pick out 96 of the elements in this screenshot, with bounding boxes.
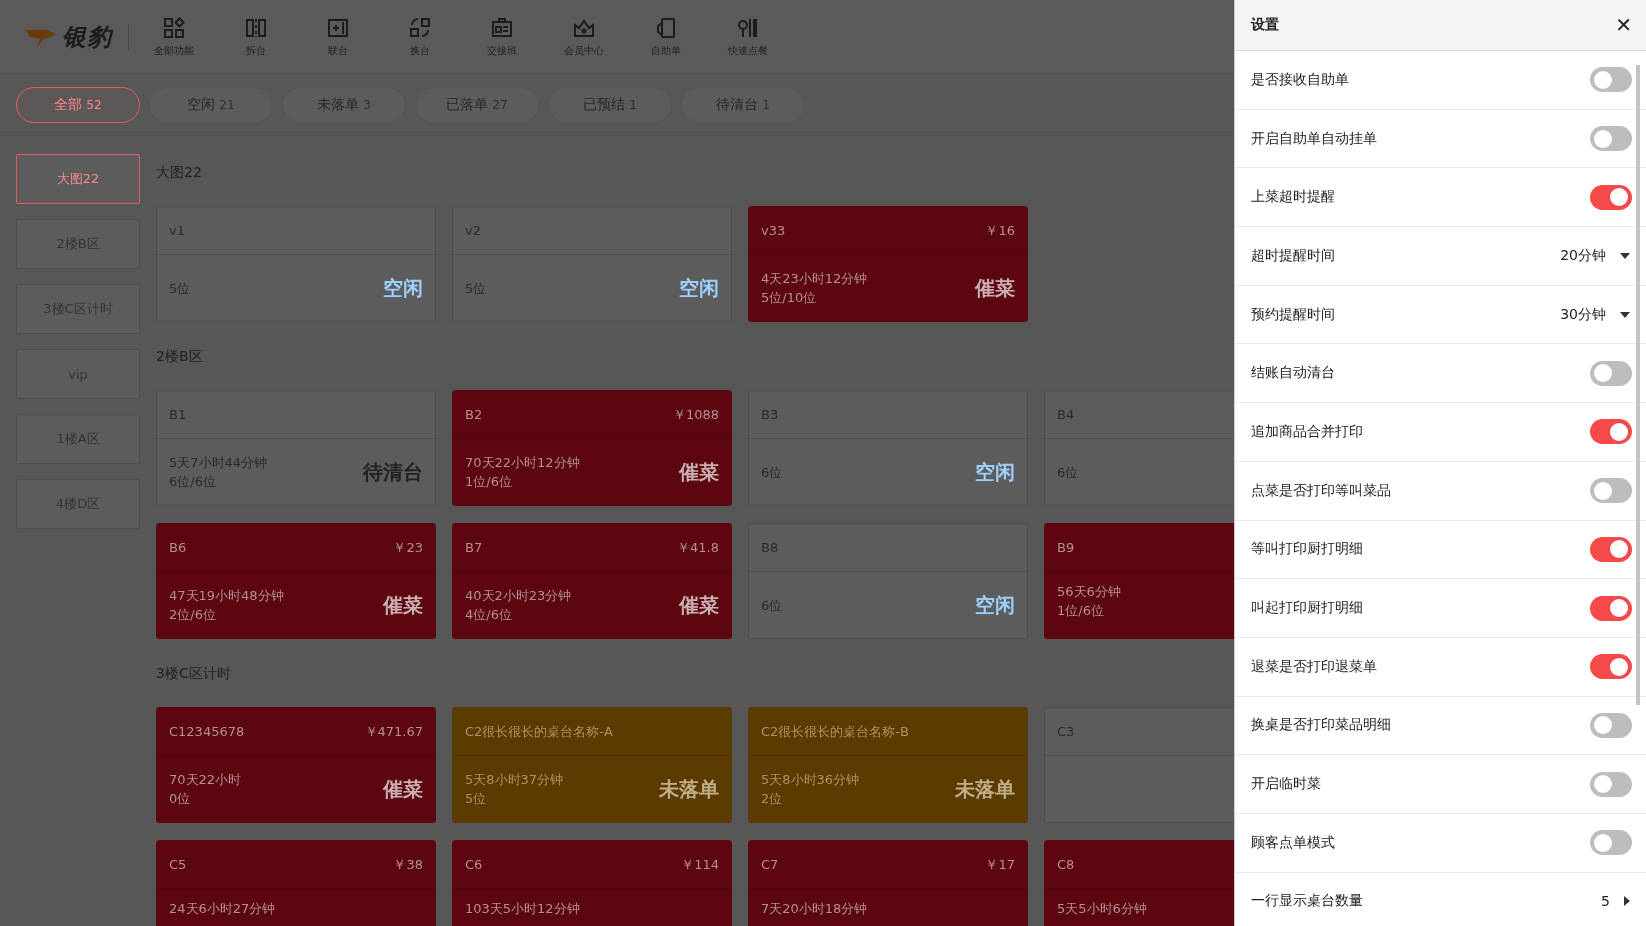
table-amount: ￥23 [393,538,423,557]
table-status: 待清台 [363,458,423,486]
toggle-switch[interactable] [1590,712,1632,738]
table-card[interactable]: C6 ￥114 103天5小时12分钟 [452,840,732,926]
table-name: B9 [1057,540,1075,555]
table-info: 2位 [761,790,784,808]
toggle-switch[interactable] [1590,67,1632,93]
table-info: 103天5小时12分钟 [465,900,580,918]
badge-icon [490,15,514,40]
table-info: 1位/6位 [465,473,513,491]
table-card[interactable]: B2 ￥1088 70天22小时12分钟 1位/6位 催菜 [452,390,732,506]
table-card[interactable]: C12345678 ￥471.67 70天22小时 0位 催菜 [156,707,436,823]
table-name: B6 [169,540,187,555]
toggle-switch[interactable] [1590,830,1632,856]
caret-right-icon [1624,896,1630,907]
table-info: 1位/6位 [1057,602,1105,620]
grid-icon [162,15,186,40]
table-info: 24天6小时27分钟 [169,900,276,918]
swap-icon [408,15,432,40]
table-name: C2很长很长的桌台名称-B [761,722,909,741]
dropdown[interactable]: 20分钟 [1560,246,1630,265]
close-button[interactable]: ✕ [1609,11,1638,39]
table-card[interactable]: B7 ￥41.8 40天2小时23分钟 4位/6位 催菜 [452,523,732,639]
table-info: 0位 [169,790,192,808]
table-status: 催菜 [679,458,719,486]
table-status: 未落单 [955,775,1015,803]
table-name: C2很长很长的桌台名称-A [465,722,613,741]
toggle-switch[interactable] [1590,478,1632,504]
table-name: v33 [761,223,786,238]
table-amount: ￥471.67 [364,722,423,741]
table-amount: ￥1088 [672,405,719,424]
setting-label: 超时提醒时间 [1251,246,1335,265]
table-card[interactable]: B6 ￥23 47天19小时48分钟 2位/6位 催菜 [156,523,436,639]
caret-down-icon [1620,311,1630,318]
logo-text: 银豹 [62,21,112,53]
toggle-switch[interactable] [1590,126,1632,152]
table-status: 空闲 [975,591,1015,619]
table-info: 70天22小时 [169,771,242,789]
table-name: C7 [761,857,779,872]
table-status: 催菜 [383,775,423,803]
toggle-switch[interactable] [1590,536,1632,562]
filter-tab[interactable]: 全部 52 [16,86,140,123]
table-card[interactable]: C5 ￥38 24天6小时27分钟 [156,840,436,926]
table-status: 催菜 [975,274,1015,302]
toggle-switch[interactable] [1590,360,1632,386]
table-info: 5天8小时37分钟 [465,771,564,789]
table-name: B2 [465,407,483,422]
table-name: C5 [169,857,187,872]
table-status: 空闲 [975,458,1015,486]
setting-label: 开启临时菜 [1251,775,1321,794]
table-card[interactable]: C7 ￥17 7天20小时18分钟 [748,840,1028,926]
toggle-switch[interactable] [1590,595,1632,621]
table-info: 5天5小时6分钟 [1057,900,1147,918]
setting-label: 上菜超时提醒 [1251,188,1335,207]
table-info: 5位/10位 [761,289,818,307]
table-amount: ￥114 [681,855,719,874]
area-tab[interactable]: 大图22 [16,154,140,204]
table-status: 催菜 [383,591,423,619]
table-status: 空闲 [383,274,423,302]
table-info: 7天20小时18分钟 [761,900,868,918]
table-card[interactable]: v33 ￥16 4天23小时12分钟 5位/10位 催菜 [748,206,1028,322]
table-name: C12345678 [169,724,245,739]
setting-label: 退菜是否打印退菜单 [1251,657,1377,676]
table-status: 空闲 [679,274,719,302]
toggle-switch[interactable] [1590,419,1632,445]
table-amount: ￥16 [985,221,1015,240]
table-card[interactable]: C2很长很长的桌台名称-A 5天8小时37分钟 5位 未落单 [452,707,732,823]
table-info: 4位/6位 [465,606,513,624]
table-status: 催菜 [679,591,719,619]
caret-down-icon [1620,252,1630,259]
panel-title: 设置 [1251,16,1279,34]
table-info: 5位 [465,790,488,808]
table-status: 未落单 [659,775,719,803]
setting-label: 开启自助单自动挂单 [1251,129,1377,148]
setting-label: 预约提醒时间 [1251,305,1335,324]
table-amount: ￥38 [393,855,423,874]
table-info: 2位/6位 [169,606,217,624]
table-name: C6 [465,857,483,872]
table-name: C8 [1057,857,1075,872]
table-amount: ￥17 [985,855,1015,874]
table-card[interactable]: C2很长很长的桌台名称-B 5天8小时36分钟 2位 未落单 [748,707,1028,823]
table-amount: ￥41.8 [677,538,719,557]
table-info: 56天6分钟 [1057,583,1121,601]
table-info: 4天23小时12分钟 [761,270,868,288]
toggle-switch[interactable] [1590,184,1632,210]
dropdown[interactable]: 30分钟 [1560,305,1630,324]
table-info: 47天19小时48分钟 [169,587,284,605]
count-selector[interactable]: 5 [1601,893,1630,910]
table-info: 70天22小时12分钟 [465,454,580,472]
toggle-switch[interactable] [1590,771,1632,797]
table-info: 40天2小时23分钟 [465,587,572,605]
table-info: 5天8小时36分钟 [761,771,860,789]
table-name: B7 [465,540,483,555]
setting-label: 是否接收自助单 [1251,70,1349,89]
setting-label: 结账自动清台 [1251,364,1335,383]
toggle-switch[interactable] [1590,654,1632,680]
